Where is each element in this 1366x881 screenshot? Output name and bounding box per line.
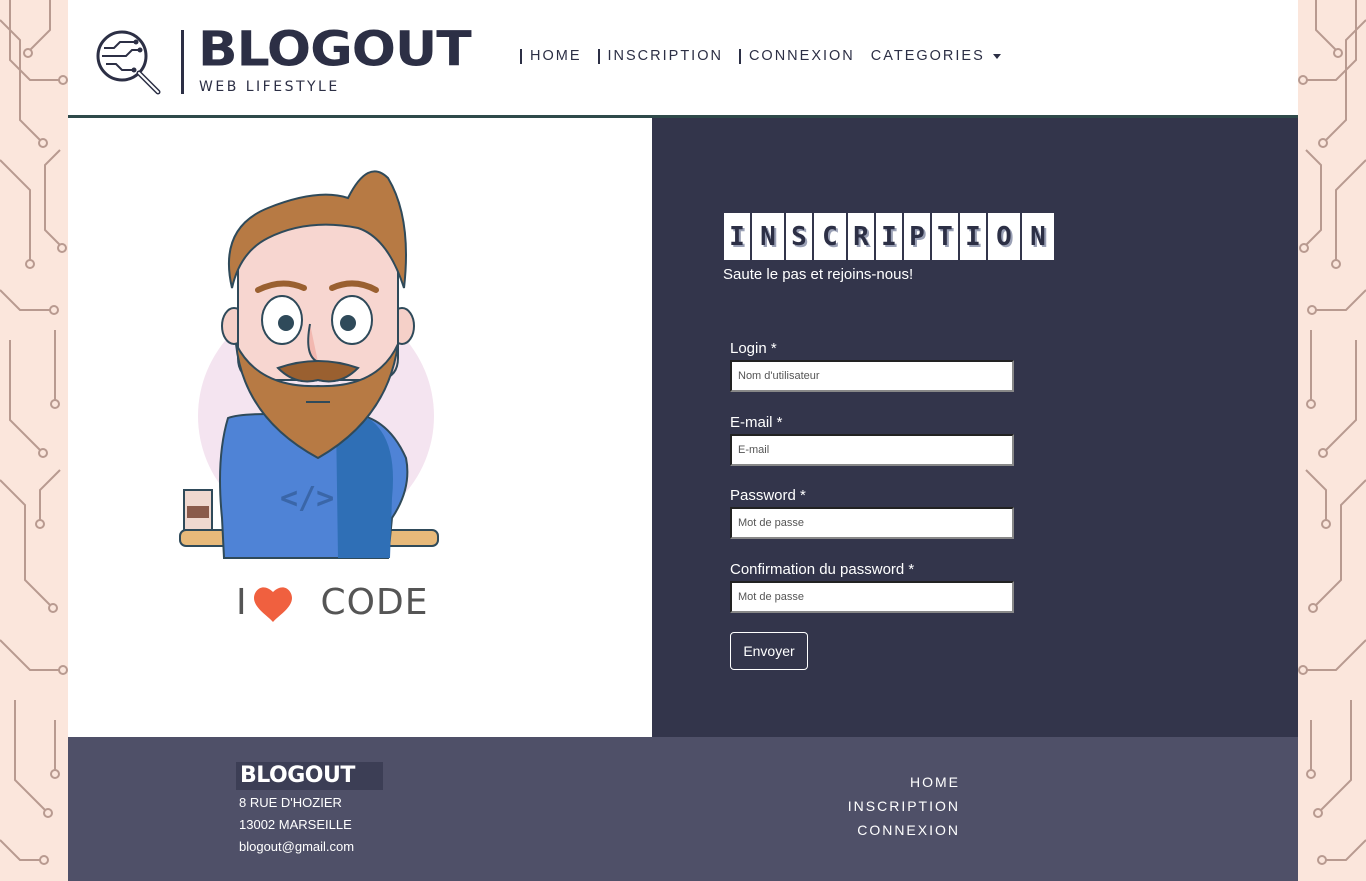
title-letter: N	[751, 212, 785, 261]
login-input[interactable]	[730, 360, 1014, 392]
email-label: E-mail *	[730, 414, 783, 431]
page-container: BLOGOUT WEB LIFESTYLE HOME INSCRIPTION C…	[68, 0, 1298, 881]
circuit-pattern-left	[0, 0, 68, 865]
i-love-code-caption: I CODE	[236, 582, 428, 623]
nav-home-label: HOME	[530, 48, 582, 64]
email-input[interactable]	[730, 434, 1014, 466]
submit-button[interactable]: Envoyer	[730, 632, 808, 670]
title-letter: C	[813, 212, 847, 261]
main-nav: HOME INSCRIPTION CONNEXION CATEGORIES	[520, 48, 1017, 64]
login-label: Login *	[730, 340, 777, 357]
nav-categories-label: CATEGORIES	[870, 48, 985, 64]
nav-connexion-label: CONNEXION	[748, 48, 855, 64]
footer-address-line2: 13002 MARSEILLE	[239, 817, 352, 832]
nav-connexion[interactable]: CONNEXION	[738, 48, 855, 64]
title-letter: P	[903, 212, 931, 261]
magnifier-circuit-icon[interactable]	[92, 26, 162, 96]
footer-email[interactable]: blogout@gmail.com	[239, 839, 354, 854]
password-label: Password *	[730, 487, 806, 504]
title-letter: I	[723, 212, 751, 261]
nav-home[interactable]: HOME	[520, 48, 582, 64]
nav-separator	[520, 48, 522, 64]
title-letter: O	[987, 212, 1021, 261]
footer-link-connexion[interactable]: CONNEXION	[857, 822, 960, 838]
nav-categories-dropdown[interactable]: CATEGORIES	[871, 48, 1001, 64]
caret-down-icon	[992, 53, 1001, 59]
inscription-title: INSCRIPTION	[723, 212, 1055, 261]
title-letter: N	[1021, 212, 1055, 261]
nav-inscription[interactable]: INSCRIPTION	[597, 48, 723, 64]
title-letter: I	[959, 212, 987, 261]
circuit-pattern-right	[1298, 0, 1366, 865]
nav-separator	[738, 48, 741, 64]
footer-address-line1: 8 RUE D'HOZIER	[239, 795, 342, 810]
site-header: BLOGOUT WEB LIFESTYLE HOME INSCRIPTION C…	[68, 0, 1298, 118]
bearded-developer-illustration: </>	[179, 170, 439, 622]
logo-divider	[181, 30, 184, 94]
site-footer: BLOGOUT 8 RUE D'HOZIER 13002 MARSEILLE b…	[68, 737, 1298, 881]
caption-i: I	[236, 582, 248, 623]
illustration-panel: </> I CODE	[68, 118, 652, 737]
footer-logo[interactable]: BLOGOUT	[236, 762, 383, 790]
site-tagline: WEB LIFESTYLE	[199, 79, 340, 95]
signup-panel: INSCRIPTION Saute le pas et rejoins-nous…	[652, 118, 1298, 737]
password-confirm-input[interactable]	[730, 581, 1014, 613]
footer-link-home[interactable]: HOME	[910, 774, 960, 790]
title-letter: S	[785, 212, 813, 261]
title-letter: I	[875, 212, 903, 261]
title-letter: R	[847, 212, 875, 261]
signup-subtitle: Saute le pas et rejoins-nous!	[723, 266, 914, 283]
site-logo[interactable]: BLOGOUT	[198, 24, 472, 76]
footer-link-inscription[interactable]: INSCRIPTION	[848, 798, 960, 814]
svg-text:</>: </>	[280, 481, 334, 516]
nav-separator	[597, 48, 600, 64]
caption-code: CODE	[320, 582, 429, 623]
nav-inscription-label: INSCRIPTION	[607, 48, 723, 64]
password-confirm-label: Confirmation du password *	[730, 561, 915, 578]
title-letter: T	[931, 212, 959, 261]
password-input[interactable]	[730, 507, 1014, 539]
